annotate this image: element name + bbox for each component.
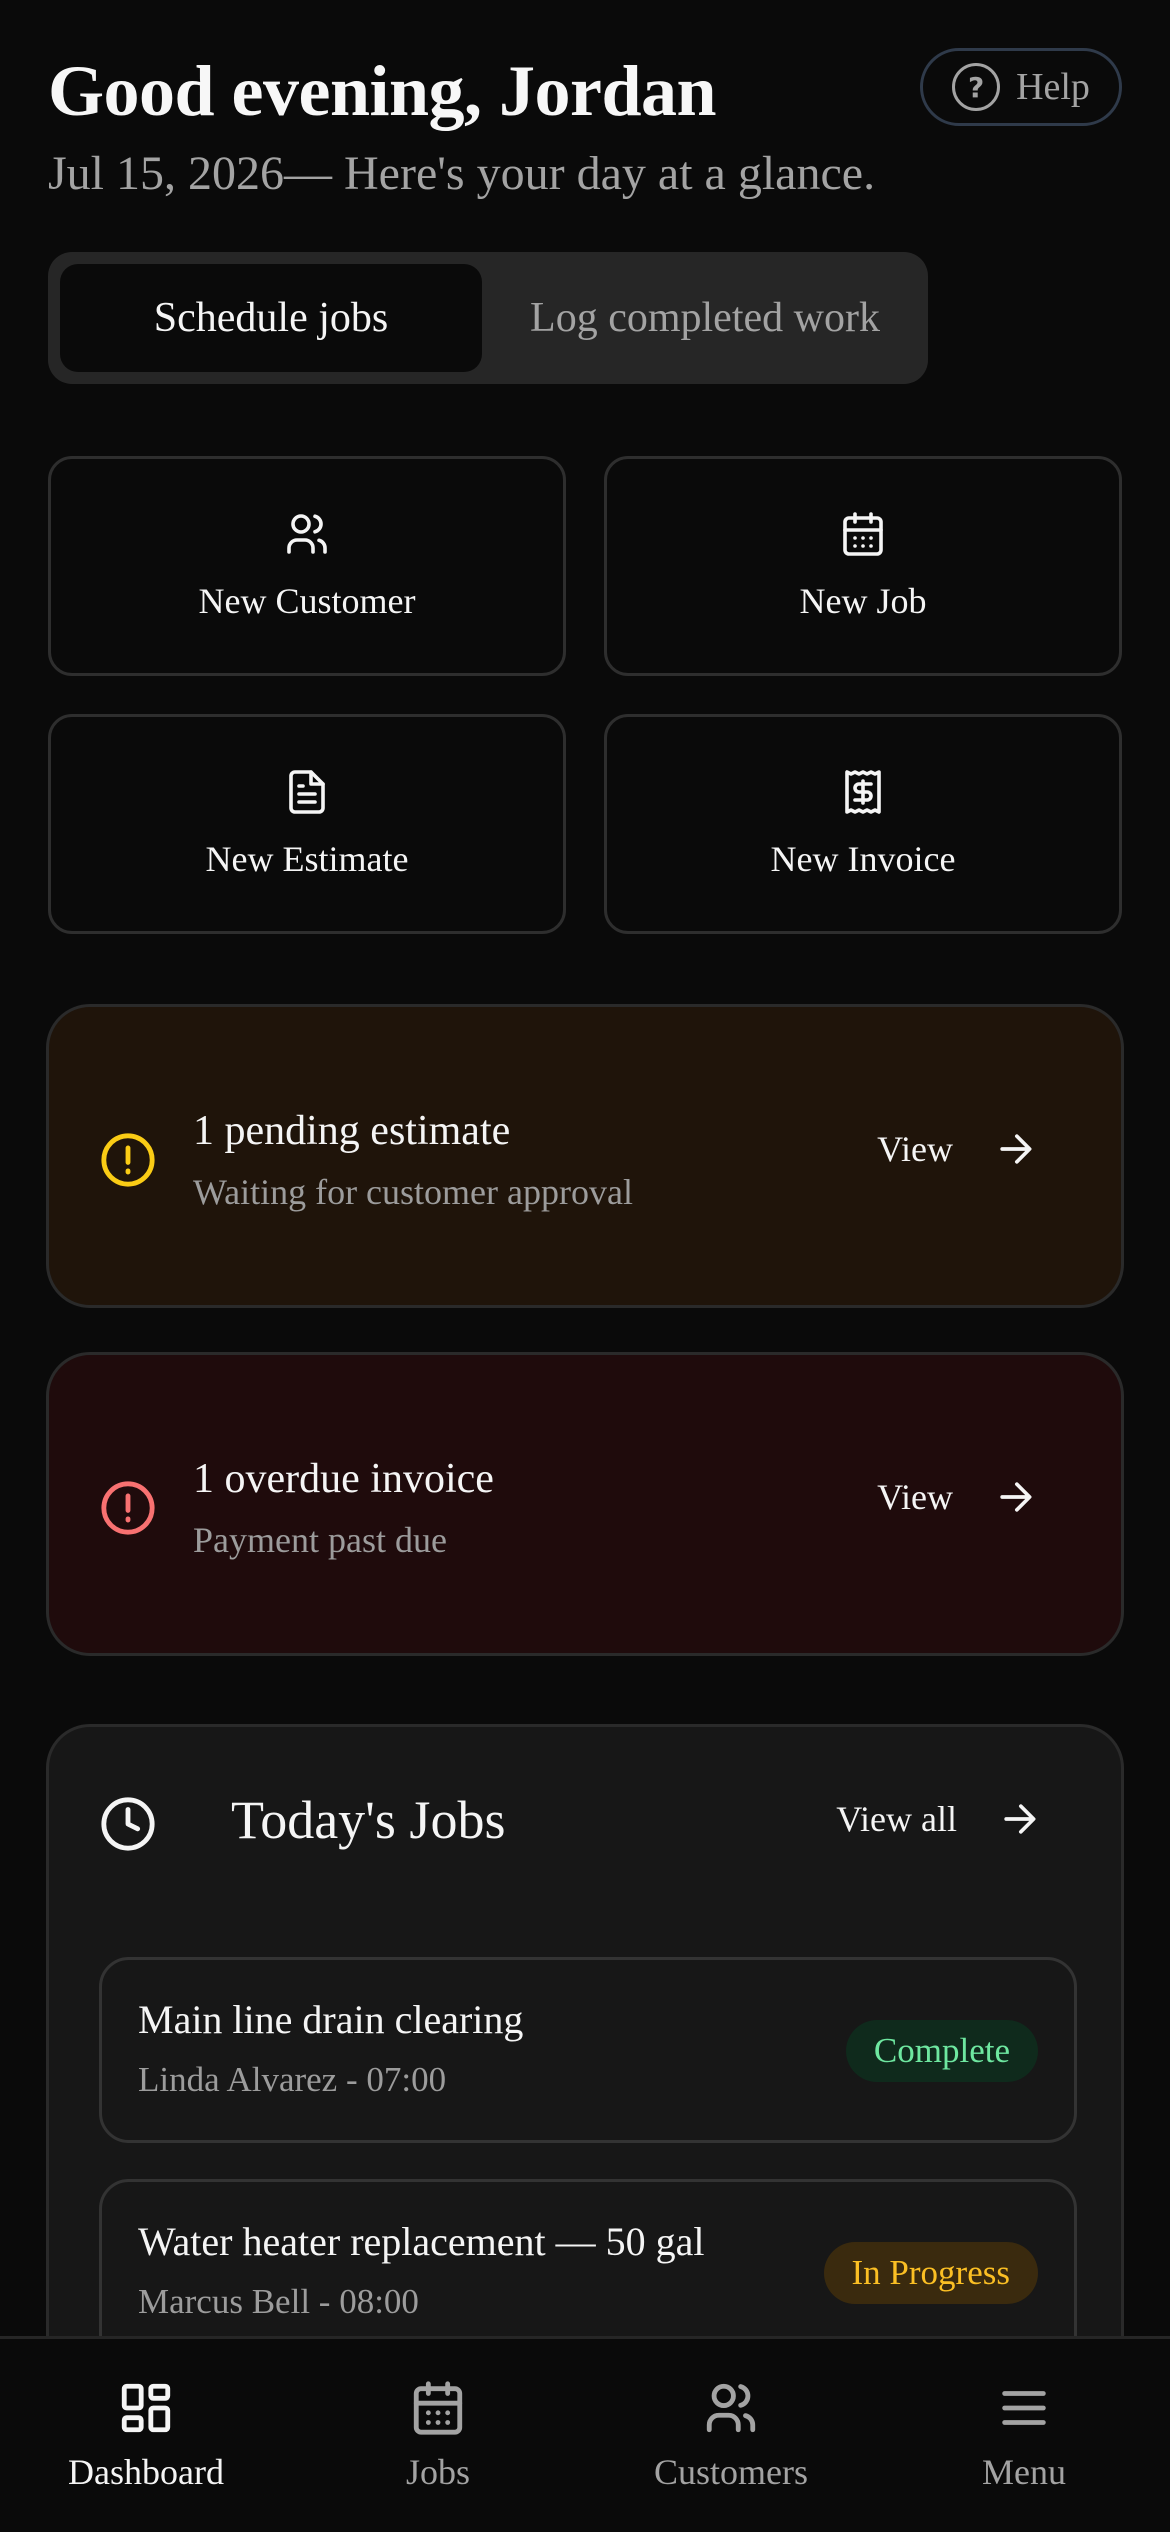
job-title: Water heater replacement — 50 gal — [138, 2219, 705, 2264]
tab-log-completed-work[interactable]: Log completed work — [494, 264, 916, 372]
alert-title: 1 overdue invoice — [193, 1456, 494, 1502]
users-icon — [287, 514, 327, 554]
nav-label: Dashboard — [68, 2452, 224, 2492]
section-title: Today's Jobs — [231, 1790, 506, 1850]
alert-circle-icon — [101, 1133, 155, 1187]
alert-title: 1 pending estimate — [193, 1108, 511, 1154]
date-subtitle: Jul 15, 2026— Here's your day at a glanc… — [48, 147, 876, 200]
alert-subtitle: Payment past due — [193, 1520, 447, 1560]
status-badge: In Progress — [823, 2242, 1038, 2304]
nav-label: Menu — [982, 2452, 1066, 2492]
nav-item-customers[interactable]: Customers — [601, 2379, 861, 2493]
pending-estimate-alert[interactable]: 1 pending estimate Waiting for customer … — [46, 1004, 1124, 1308]
nav-item-dashboard[interactable]: Dashboard — [16, 2379, 276, 2493]
calendar-icon — [413, 2381, 463, 2435]
nav-item-menu[interactable]: Menu — [894, 2379, 1154, 2493]
job-title: Main line drain clearing — [138, 1997, 524, 2042]
calendar-icon — [843, 512, 883, 556]
new-invoice-label: New Invoice — [770, 839, 956, 879]
view-all-jobs-button[interactable]: View all — [836, 1797, 1041, 1841]
job-subtitle: Linda Alvarez - 07:00 — [138, 2060, 447, 2099]
todays-jobs-header: Today's Jobs View all — [99, 1789, 1041, 1859]
tab-schedule-jobs[interactable]: Schedule jobs — [60, 264, 482, 372]
arrow-right-icon — [1000, 1482, 1032, 1512]
mode-toggle: Schedule jobs Log completed work — [48, 252, 928, 384]
bottom-nav: Dashboard Jobs Customers Menu — [0, 2336, 1170, 2532]
new-estimate-label: New Estimate — [205, 839, 409, 879]
alert-circle-icon — [101, 1481, 155, 1535]
receipt-dollar-icon — [845, 770, 881, 814]
new-job-label: New Job — [799, 581, 927, 621]
new-customer-label: New Customer — [198, 581, 416, 621]
help-label: Help — [1016, 66, 1090, 108]
overdue-invoice-alert[interactable]: 1 overdue invoice Payment past due View — [46, 1352, 1124, 1656]
arrow-right-icon — [1004, 1804, 1036, 1834]
view-label: View — [877, 1129, 953, 1169]
new-job-button[interactable]: New Job — [604, 456, 1122, 676]
view-estimate-button[interactable]: View — [877, 1127, 1037, 1171]
view-invoice-button[interactable]: View — [877, 1475, 1037, 1519]
hamburger-icon — [1002, 2391, 1046, 2425]
nav-label: Customers — [653, 2452, 808, 2492]
grid-icon — [121, 2383, 171, 2433]
page-title: Good evening, Jordan — [48, 51, 717, 131]
status-badge: Complete — [845, 2020, 1038, 2082]
view-all-label: View all — [836, 1799, 957, 1839]
new-customer-button[interactable]: New Customer — [48, 456, 566, 676]
question-circle-icon: ? — [952, 63, 1001, 111]
job-item[interactable]: Main line drain clearing Linda Alvarez -… — [99, 1957, 1077, 2143]
dashboard-screen: Good evening, Jordan Jul 15, 2026— Here'… — [0, 0, 1170, 2532]
help-button[interactable]: ? Help — [920, 48, 1122, 126]
new-invoice-button[interactable]: New Invoice — [604, 714, 1122, 934]
view-label: View — [877, 1477, 953, 1517]
alert-subtitle: Waiting for customer approval — [193, 1172, 633, 1212]
document-icon — [289, 770, 325, 814]
nav-label: Jobs — [405, 2452, 471, 2492]
quick-actions-grid: New Customer New Job New Estimate New In… — [48, 456, 1122, 934]
nav-item-jobs[interactable]: Jobs — [308, 2379, 568, 2493]
users-icon — [706, 2383, 756, 2433]
job-subtitle: Marcus Bell - 08:00 — [138, 2282, 419, 2321]
new-estimate-button[interactable]: New Estimate — [48, 714, 566, 934]
arrow-right-icon — [1000, 1134, 1032, 1164]
clock-icon — [101, 1797, 155, 1851]
